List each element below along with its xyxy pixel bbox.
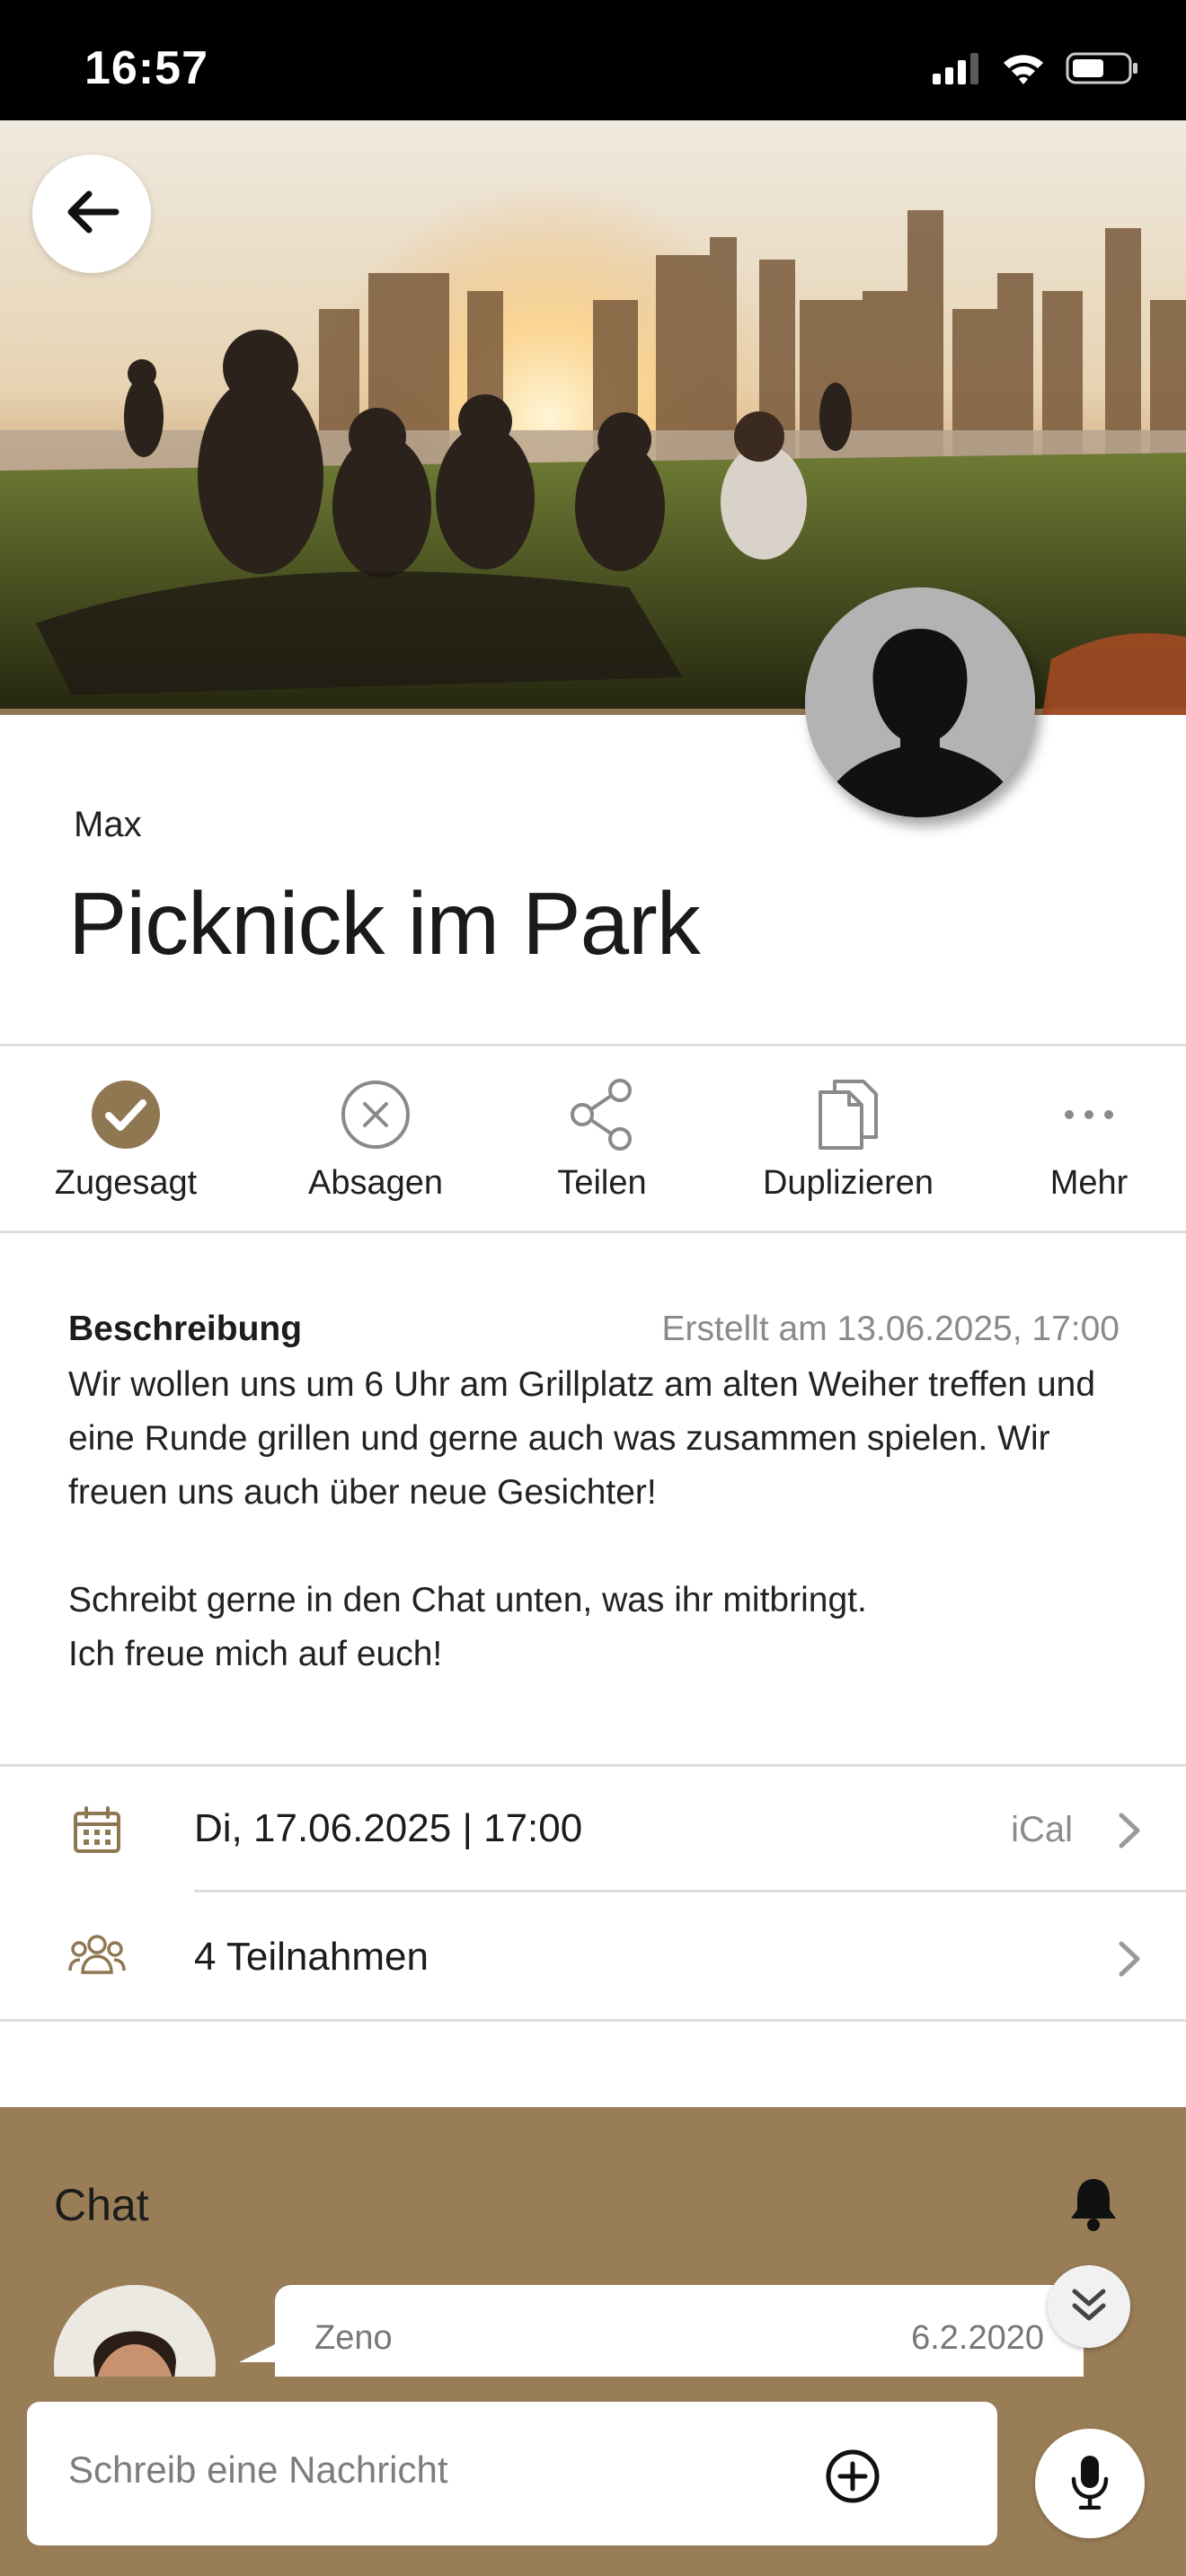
- divider: [194, 1890, 1186, 1892]
- action-duplizieren[interactable]: Duplizieren: [740, 1049, 956, 1231]
- back-button[interactable]: [32, 154, 151, 273]
- arrow-left-icon: [64, 189, 119, 240]
- action-label: Teilen: [557, 1164, 647, 1202]
- description-line: Ich freue mich auf euch!: [68, 1635, 443, 1673]
- action-teilen[interactable]: Teilen: [512, 1049, 692, 1231]
- status-time: 16:57: [84, 42, 208, 94]
- event-date: Di, 17.06.2025 | 17:00: [194, 1806, 583, 1850]
- created-date: Erstellt am 13.06.2025, 17:00: [661, 1310, 1120, 1348]
- battery-icon: [1066, 50, 1139, 91]
- microphone-icon: [1070, 2454, 1110, 2514]
- description-line: [68, 1520, 1128, 1574]
- status-bar: 16:57: [0, 0, 1186, 120]
- check-circle-filled-icon: [91, 1074, 161, 1155]
- action-zugesagt[interactable]: Zugesagt: [36, 1049, 216, 1231]
- action-bar: Zugesagt Absagen Teilen Duplizieren Mehr: [0, 1049, 1186, 1231]
- chevron-right-icon: [1118, 1812, 1141, 1854]
- plus-circle-icon[interactable]: [825, 2448, 881, 2509]
- action-label: Absagen: [307, 1164, 443, 1202]
- bubble-tail: [239, 2342, 279, 2362]
- action-label: Duplizieren: [762, 1164, 934, 1202]
- divider: [0, 2019, 1186, 2022]
- description-line: Wir wollen uns um 6 Uhr am Grillplatz am…: [68, 1365, 1096, 1404]
- message-composer: Schreib eine Nachricht: [0, 2377, 1186, 2576]
- organizer-name[interactable]: Max: [74, 805, 142, 845]
- microphone-button[interactable]: [1035, 2429, 1145, 2538]
- description-line: freuen uns auch über neue Gesichter!: [68, 1473, 657, 1512]
- divider: [0, 1044, 1186, 1046]
- x-circle-icon: [341, 1074, 411, 1155]
- cellular-signal-icon: [933, 52, 981, 89]
- bell-icon[interactable]: [1067, 2175, 1120, 2236]
- action-label: Zugesagt: [54, 1164, 198, 1202]
- date-row[interactable]: Di, 17.06.2025 | 17:00 iCal: [0, 1767, 1186, 1892]
- action-mehr[interactable]: Mehr: [999, 1049, 1179, 1231]
- person-silhouette-icon: [805, 587, 1035, 817]
- double-chevron-down-icon: [1069, 2286, 1109, 2328]
- hero-image: [0, 120, 1186, 715]
- copy-icon: [817, 1074, 880, 1155]
- scroll-down-button[interactable]: [1048, 2265, 1130, 2348]
- calendar-icon: [72, 1804, 122, 1859]
- ical-link[interactable]: iCal: [1011, 1810, 1073, 1850]
- event-title: Picknick im Park: [68, 874, 701, 973]
- status-icons: [933, 50, 1139, 91]
- action-label: Mehr: [1049, 1164, 1128, 1202]
- chevron-right-icon: [1118, 1940, 1141, 1982]
- description-line: Schreibt gerne in den Chat unten, was ih…: [68, 1581, 867, 1619]
- description-heading: Beschreibung: [68, 1310, 303, 1348]
- action-absagen[interactable]: Absagen: [286, 1049, 465, 1231]
- share-icon: [568, 1074, 636, 1155]
- wifi-icon: [1001, 51, 1046, 90]
- divider: [0, 1231, 1186, 1233]
- more-dots-icon: [1062, 1074, 1116, 1155]
- organizer-avatar[interactable]: [805, 587, 1035, 817]
- message-author: Zeno: [314, 2319, 393, 2357]
- group-icon: [68, 1933, 126, 1982]
- message-placeholder: Schreib eine Nachricht: [68, 2448, 448, 2491]
- message-date: 6.2.2020: [911, 2319, 1044, 2357]
- participants-count: 4 Teilnahmen: [194, 1935, 429, 1979]
- participants-row[interactable]: 4 Teilnahmen: [0, 1895, 1186, 2021]
- chat-title: Chat: [54, 2180, 149, 2230]
- description-line: eine Runde grillen und gerne auch was zu…: [68, 1419, 1050, 1458]
- description-text: Wir wollen uns um 6 Uhr am Grillplatz am…: [68, 1358, 1128, 1681]
- message-input[interactable]: Schreib eine Nachricht: [27, 2402, 997, 2545]
